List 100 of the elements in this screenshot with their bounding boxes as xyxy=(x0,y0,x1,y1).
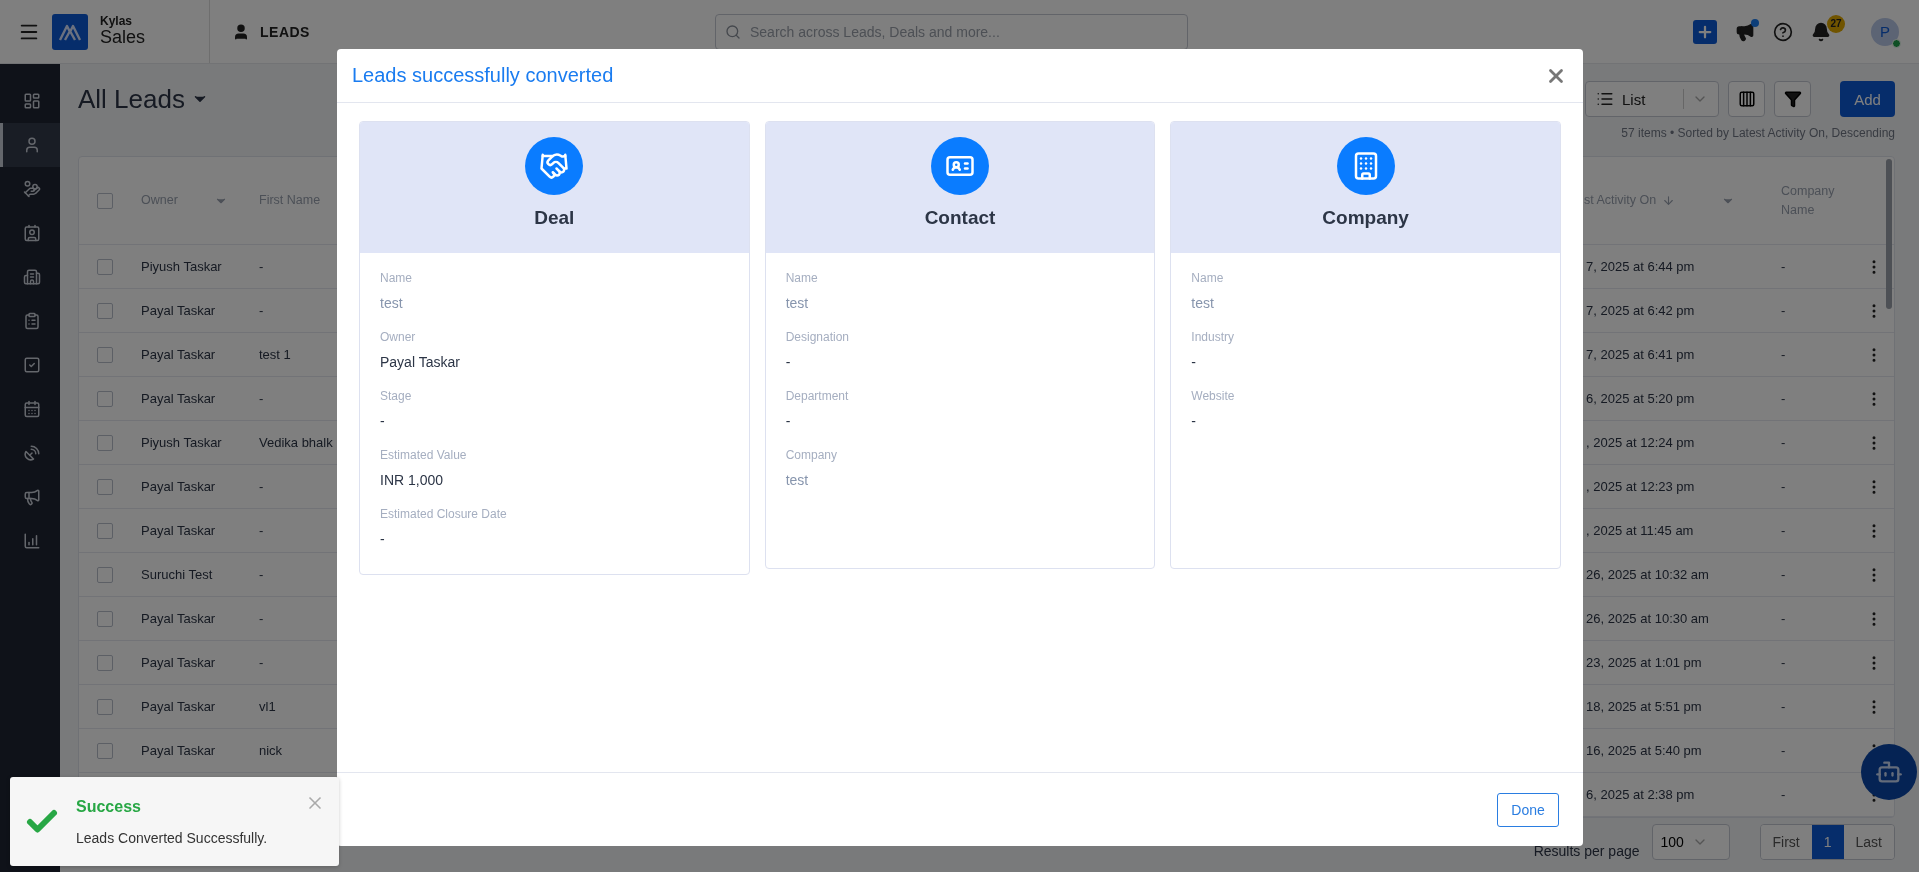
field-value: Payal Taskar xyxy=(380,354,461,371)
row-checkbox[interactable] xyxy=(97,346,113,363)
field-value: - xyxy=(1191,413,1197,430)
table-cell-text: 7, 2025 at 6:41 pm xyxy=(1585,347,1696,362)
satellite-dish-icon xyxy=(22,444,41,462)
id-card-icon xyxy=(931,137,989,195)
table-cell-text: vl1 xyxy=(258,699,277,714)
table-cell-text: - xyxy=(1781,567,1787,582)
select-all-checkbox[interactable] xyxy=(97,192,113,209)
field-label: Stage xyxy=(380,389,413,403)
row-checkbox[interactable] xyxy=(97,390,113,407)
money-icon xyxy=(22,180,41,198)
field-value: test xyxy=(1191,295,1215,312)
dashboard-icon xyxy=(22,92,41,110)
table-cell-text: Payal Taskar xyxy=(140,699,217,714)
table-cell-text: 6, 2025 at 5:20 pm xyxy=(1585,391,1696,406)
row-checkbox[interactable] xyxy=(97,698,113,715)
brand-product: Sales xyxy=(100,28,146,48)
field-value: - xyxy=(785,354,792,371)
table-cell-text: 26, 2025 at 10:30 am xyxy=(1585,611,1710,626)
table-cell-text: Payal Taskar xyxy=(140,523,217,538)
field-value: - xyxy=(1191,354,1197,371)
row-checkbox[interactable] xyxy=(97,610,113,627)
add-button[interactable] xyxy=(1693,19,1717,44)
table-cell-text: Vedika bhalk xyxy=(258,435,334,450)
columns-button[interactable] xyxy=(1728,81,1765,117)
field-label: Owner xyxy=(380,330,417,344)
table-cell-text: - xyxy=(1781,303,1787,318)
table-cell-text: - xyxy=(258,259,265,274)
row-checkbox[interactable] xyxy=(97,566,113,583)
building-icon xyxy=(22,268,41,286)
table-cell-text: - xyxy=(1781,391,1787,406)
field-label: Department xyxy=(785,389,850,403)
view-select[interactable]: List xyxy=(1585,81,1719,117)
table-cell-text: - xyxy=(1781,743,1787,758)
checkbox-icon xyxy=(22,356,41,374)
table-cell-text: Payal Taskar xyxy=(140,391,217,406)
field-label: Estimated Closure Date xyxy=(380,507,508,521)
columns-icon xyxy=(1737,90,1756,108)
field-value: test xyxy=(785,472,810,489)
megaphone-icon xyxy=(22,488,41,506)
building-icon xyxy=(1336,137,1395,195)
sidebar-item[interactable] xyxy=(0,123,60,167)
done-button[interactable]: Done xyxy=(1497,792,1559,827)
table-cell-text: Payal Taskar xyxy=(140,347,217,362)
row-checkbox[interactable] xyxy=(97,522,113,539)
row-checkbox[interactable] xyxy=(97,654,113,671)
field-label: Estimated Value xyxy=(380,448,468,462)
view-title[interactable]: All Leads xyxy=(78,83,209,115)
chatbot-button[interactable] xyxy=(1861,744,1917,800)
card-title: Company xyxy=(1322,207,1409,229)
row-checkbox[interactable] xyxy=(97,434,113,451)
megaphone-icon[interactable] xyxy=(1735,21,1755,42)
table-cell-text: 6, 2025 at 2:38 pm xyxy=(1585,787,1696,802)
filter-button[interactable] xyxy=(1774,81,1811,117)
table-cell-text: - xyxy=(1781,611,1787,626)
table-cell-text: - xyxy=(1781,435,1787,450)
table-cell-text: - xyxy=(258,523,265,538)
table-cell-text: - xyxy=(258,303,265,318)
avatar[interactable]: P xyxy=(1871,17,1899,46)
row-checkbox[interactable] xyxy=(97,742,113,759)
card-title: Deal xyxy=(534,207,575,229)
bell-icon[interactable] xyxy=(1811,21,1831,42)
field-label: Name xyxy=(380,271,413,285)
row-checkbox[interactable] xyxy=(97,478,113,495)
table-cell-text: 16, 2025 at 5:40 pm xyxy=(1585,743,1703,758)
table-cell-text: Payal Taskar xyxy=(140,611,217,626)
help-icon[interactable] xyxy=(1773,21,1793,42)
search-icon xyxy=(725,23,741,40)
clipboard-icon xyxy=(22,312,41,330)
row-checkbox[interactable] xyxy=(97,258,113,275)
add-button[interactable]: Add xyxy=(1840,81,1895,117)
dialog-title: Leads successfully converted xyxy=(352,64,614,87)
table-cell-text: 18, 2025 at 5:51 pm xyxy=(1585,699,1703,714)
scrollbar-thumb[interactable] xyxy=(1886,159,1892,309)
card-title: Contact xyxy=(924,207,996,229)
table-cell-text: , 2025 at 12:23 pm xyxy=(1585,479,1696,494)
sort-arrow-icon xyxy=(1662,194,1676,207)
last-page-button[interactable]: Last xyxy=(1843,825,1894,859)
table-cell-text: - xyxy=(1781,347,1787,362)
list-summary: 57 items • Sorted by Latest Activity On, Descending xyxy=(1620,126,1895,140)
filter-icon xyxy=(1783,90,1802,108)
field-value: INR 1,000 xyxy=(380,472,445,489)
per-page-label: Results per page xyxy=(1533,842,1640,860)
page-button[interactable]: 1 xyxy=(1811,825,1844,859)
list-icon xyxy=(1596,90,1614,108)
first-page-button[interactable]: First xyxy=(1760,825,1812,859)
table-cell-text: - xyxy=(1781,655,1787,670)
per-page-select[interactable]: 100 xyxy=(1651,824,1730,860)
table-cell-text: - xyxy=(258,611,265,626)
toast-title: Success xyxy=(76,797,142,816)
table-cell-text: 7, 2025 at 6:42 pm xyxy=(1585,303,1696,318)
person-icon xyxy=(232,22,250,41)
field-value: - xyxy=(380,413,386,430)
field-label: Industry xyxy=(1191,330,1235,344)
table-cell-text: Payal Taskar xyxy=(140,743,217,758)
field-value: test xyxy=(380,295,404,312)
table-cell-text: , 2025 at 12:24 pm xyxy=(1585,435,1696,450)
row-checkbox[interactable] xyxy=(97,302,113,319)
table-cell-text: - xyxy=(258,655,265,670)
